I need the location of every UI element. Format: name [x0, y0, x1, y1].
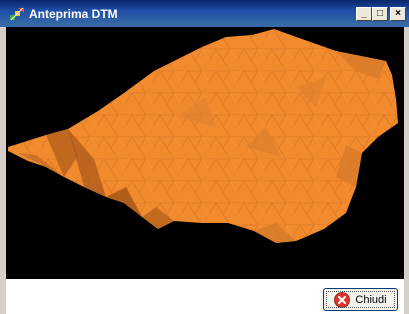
app-icon: [10, 7, 24, 20]
close-icon: ×: [395, 8, 401, 19]
chiudi-button[interactable]: Chiudi: [323, 288, 398, 311]
preview-window: Anteprima DTM _ □ × Chiudi: [0, 0, 409, 314]
window-title: Anteprima DTM: [29, 6, 118, 21]
close-circle-icon: [334, 291, 351, 308]
maximize-icon: □: [376, 8, 384, 19]
dtm-mesh-render: [8, 29, 398, 243]
minimize-icon: _: [361, 8, 367, 19]
title-bar[interactable]: Anteprima DTM: [0, 0, 409, 27]
maximize-button[interactable]: □: [372, 7, 388, 21]
window-frame-right: [404, 27, 409, 314]
close-button-label: Chiudi: [355, 293, 387, 306]
dtm-preview-viewport[interactable]: [6, 27, 404, 279]
minimize-button[interactable]: _: [356, 7, 372, 21]
close-window-button[interactable]: ×: [390, 7, 406, 21]
